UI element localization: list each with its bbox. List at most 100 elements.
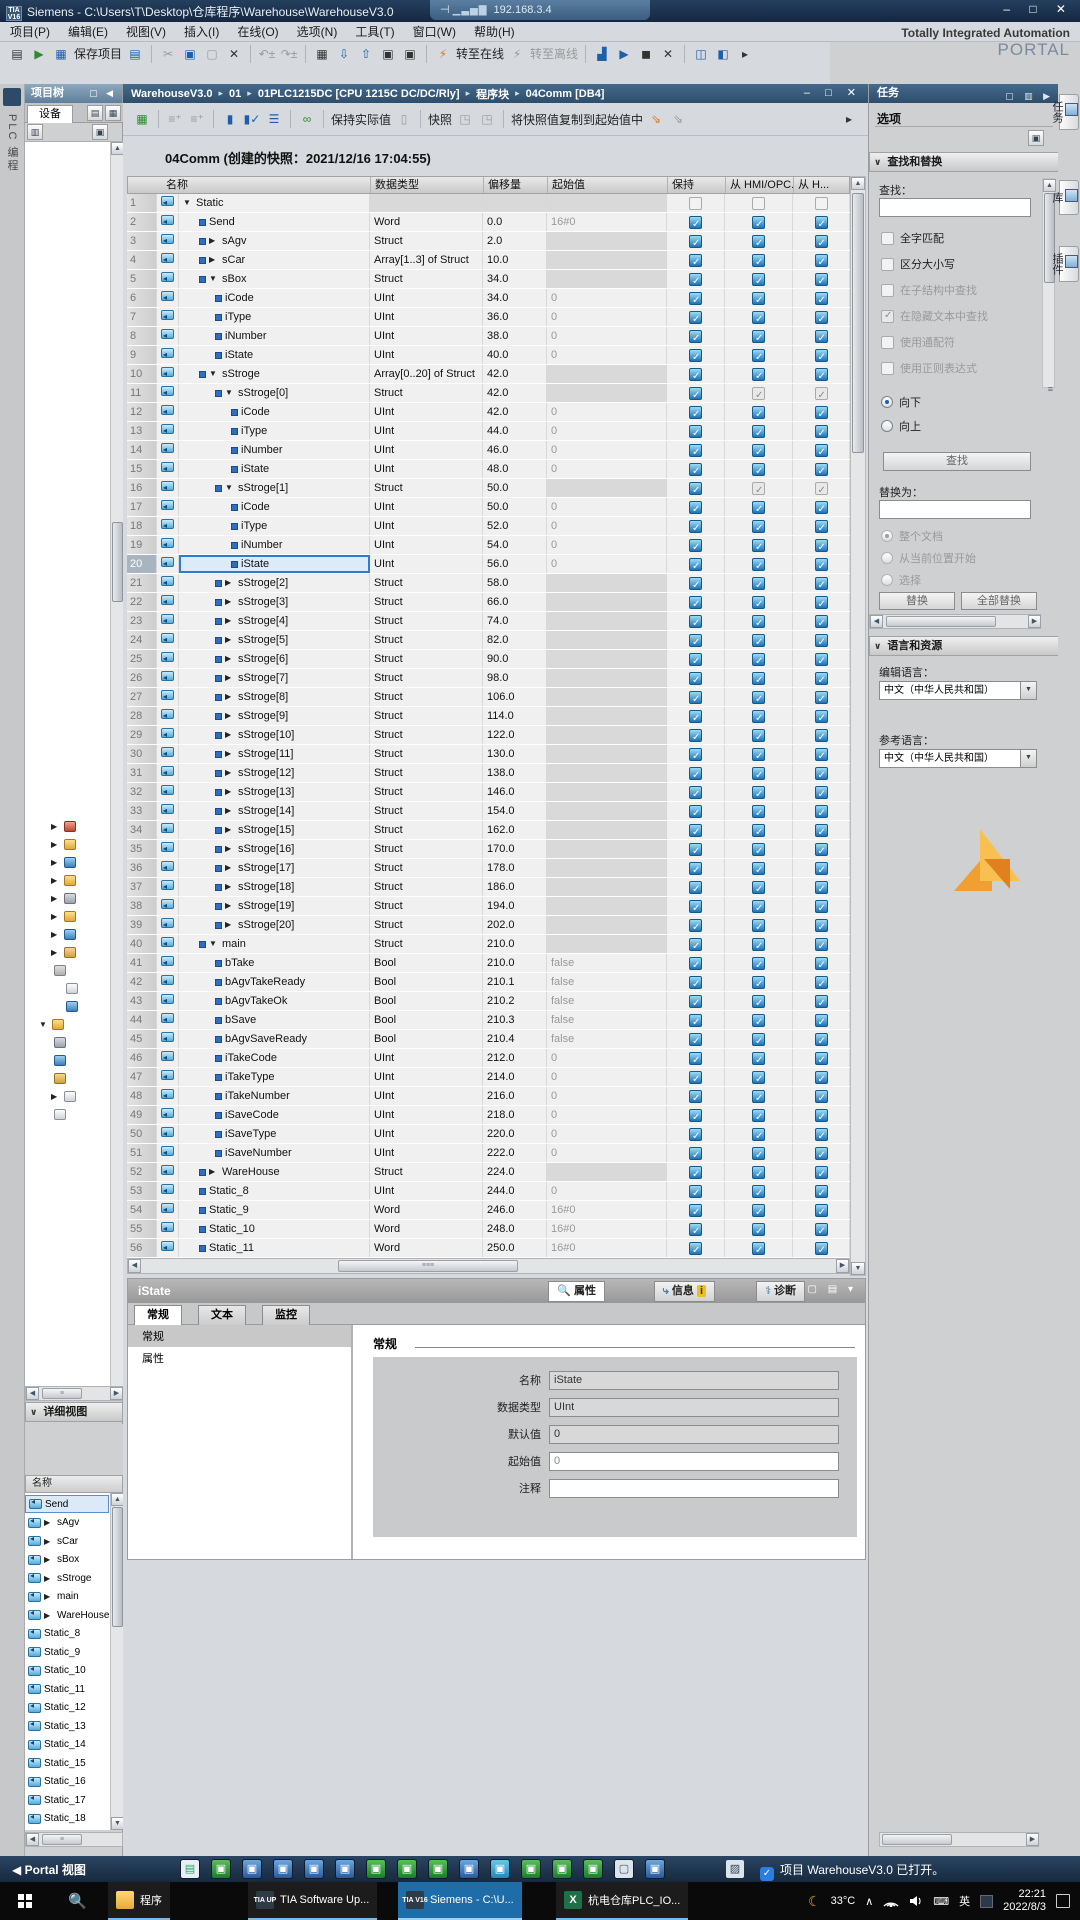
variable-name[interactable]: iTakeType [225,1068,275,1086]
action-center-icon[interactable] [1056,1894,1070,1908]
hmi-writable-checkbox[interactable] [815,691,828,704]
retain-checkbox[interactable] [689,710,702,723]
start-value-cell[interactable] [547,232,667,250]
save-icon[interactable]: ▦ [52,45,70,63]
hmi-writable-checkbox[interactable] [815,786,828,799]
retain-checkbox[interactable] [689,387,702,400]
snapshot-button[interactable]: 快照 [428,111,452,128]
list-item-label[interactable]: Static_15 [44,1758,86,1769]
copy-icon[interactable]: ▣ [181,45,199,63]
data-type-cell[interactable]: Array[1..3] of Struct [370,251,483,269]
variable-name-cell[interactable]: iCode [179,403,370,421]
list-item[interactable]: Static_8 [25,1625,109,1643]
list-item-label[interactable]: Static_8 [44,1628,80,1639]
retain-checkbox[interactable] [689,824,702,837]
list-item[interactable]: Static_10 [25,1662,109,1680]
variable-name-cell[interactable]: iSaveType [179,1125,370,1143]
expand-icon[interactable]: ▶ [51,930,61,939]
insert-row-icon[interactable]: ▦ [133,110,151,128]
breadcrumb-segment[interactable]: 04Comm [DB4] [526,88,605,100]
hmi-opc-accessible-checkbox[interactable] [752,1204,765,1217]
hmi-opc-accessible-checkbox[interactable] [752,1128,765,1141]
hmi-writable-checkbox[interactable] [815,596,828,609]
variable-name-cell[interactable]: iTakeType [179,1068,370,1086]
table-row[interactable]: 48iTakeNumberUInt216.00 [127,1087,850,1106]
variable-name[interactable]: iSaveCode [225,1106,279,1124]
table-hscroll-thumb[interactable]: ≡≡≡ [338,1260,518,1272]
list-item-label[interactable]: sBox [57,1554,79,1565]
hmi-opc-accessible-checkbox[interactable] [752,1223,765,1236]
table-row[interactable]: 15iStateUInt48.00 [127,460,850,479]
add-row-after-icon[interactable]: ≡⁺ [188,110,206,128]
table-row[interactable]: 1▼Static [127,194,850,213]
options-window-icon[interactable]: ▣ [1028,130,1044,146]
variable-name[interactable]: sStroge[8] [238,688,288,706]
variable-name[interactable]: sStroge[19] [238,897,294,915]
tree-header-icons[interactable]: ▢ ◀ [89,84,116,103]
start-value-cell[interactable]: 0 [547,289,667,307]
list-item-label[interactable]: Static_9 [44,1647,80,1658]
compile-icon[interactable]: ▦ [313,45,331,63]
table-row[interactable]: 55Static_10Word248.016#0 [127,1220,850,1239]
detail-scroll-thumb[interactable] [112,1507,123,1627]
retain-checkbox[interactable] [689,235,702,248]
start-value-cell[interactable]: 0 [547,1106,667,1124]
tasks-header-icons[interactable]: ▢ ▥ ▶ [1005,87,1054,106]
collapse-icon[interactable]: ▼ [39,1020,49,1029]
expand-icon[interactable]: ▶ [51,822,61,831]
breadcrumb-segment[interactable]: 01 [229,88,241,100]
start-value-cell[interactable] [547,1163,667,1181]
expand-icon[interactable]: ▶ [225,726,235,744]
hmi-writable-checkbox[interactable] [815,710,828,723]
hmi-opc-accessible-checkbox[interactable] [752,938,765,951]
start-value-cell[interactable] [547,707,667,725]
expand-icon[interactable]: ▶ [225,802,235,820]
chevron-down-icon[interactable]: ▼ [1020,750,1036,767]
taskbar-app[interactable]: TIA UPTIA Software Up... [248,1882,377,1920]
data-type-cell[interactable]: Struct [370,840,483,858]
reset-values-icon[interactable]: ▮✓ [243,110,261,128]
tree-vertical-scrollbar[interactable]: ▲ [110,142,123,1386]
hmi-writable-checkbox[interactable] [815,1033,828,1046]
retain-checkbox[interactable] [689,1033,702,1046]
languages-header[interactable]: ∨语言和资源 [869,636,1059,656]
list-item-label[interactable]: Static_16 [44,1776,86,1787]
list-item[interactable]: Static_15 [25,1754,109,1772]
save-indicator-icon[interactable]: ▨ [726,1860,744,1878]
list-item[interactable]: ▶sStroge [25,1569,109,1587]
tasks-horizontal-scrollbar[interactable]: ▶ [879,1832,1039,1847]
list-item-label[interactable]: Static_18 [44,1813,86,1824]
table-row[interactable]: 38▶sStroge[19]Struct194.0 [127,897,850,916]
collapse-icon[interactable]: ▼ [209,365,219,383]
expand-icon[interactable]: ▶ [225,745,235,763]
expand-icon[interactable]: ▶ [44,1555,54,1564]
hmi-writable-checkbox[interactable] [815,463,828,476]
data-type-cell[interactable]: UInt [370,422,483,440]
hmi-writable-checkbox[interactable] [815,1052,828,1065]
variable-name[interactable]: bSave [225,1011,256,1029]
hmi-writable-checkbox[interactable] [815,254,828,267]
table-row[interactable]: 56Static_11Word250.016#0 [127,1239,850,1258]
table-row[interactable]: 53Static_8UInt244.00 [127,1182,850,1201]
variable-name-cell[interactable]: Send [179,213,370,231]
table-row[interactable]: 5▼sBoxStruct34.0 [127,270,850,289]
expand-icon[interactable]: ▶ [44,1518,54,1527]
find-scroll-right-icon[interactable]: ▶ [1028,615,1041,628]
hmi-opc-accessible-checkbox[interactable] [752,482,765,495]
table-row[interactable]: 8iNumberUInt38.00 [127,327,850,346]
start-sim-icon[interactable]: ▶ [615,45,633,63]
hmi-writable-checkbox[interactable] [815,862,828,875]
variable-name-cell[interactable]: iTakeNumber [179,1087,370,1105]
table-row[interactable]: 36▶sStroge[17]Struct178.0 [127,859,850,878]
start-value-cell[interactable]: 0 [547,346,667,364]
retain-checkbox[interactable] [689,463,702,476]
list-item[interactable]: Static_14 [25,1736,109,1754]
table-row[interactable]: 12iCodeUInt42.00 [127,403,850,422]
menu-item[interactable]: 选项(N) [297,23,338,40]
hmi-writable-checkbox[interactable] [815,843,828,856]
hmi-writable-checkbox[interactable] [815,653,828,666]
retain-checkbox[interactable] [689,292,702,305]
retain-checkbox[interactable] [689,520,702,533]
hmi-writable-checkbox[interactable] [815,539,828,552]
stop-cpu-icon[interactable]: ▣ [401,45,419,63]
